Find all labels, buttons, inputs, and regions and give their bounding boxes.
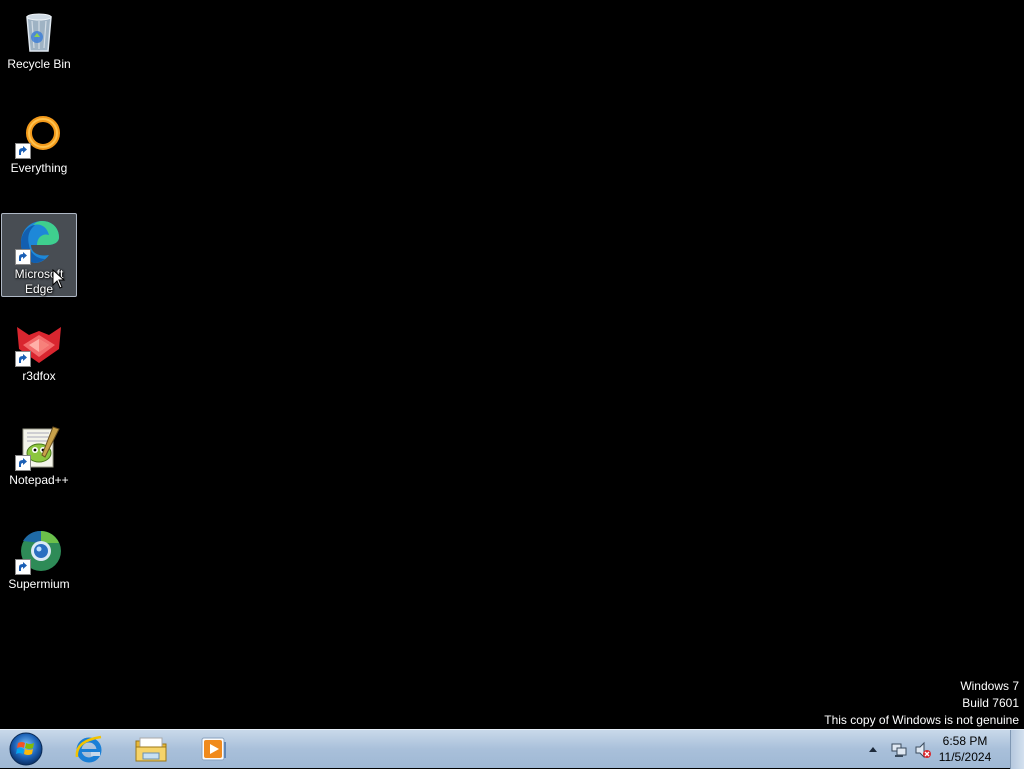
microsoft-edge-icon — [15, 217, 63, 265]
icon-label: r3dfox — [22, 369, 56, 383]
icon-label: Supermium — [8, 577, 70, 591]
shortcut-arrow-icon — [15, 559, 31, 575]
shortcut-arrow-icon — [15, 351, 31, 367]
shortcut-arrow-icon — [15, 455, 31, 471]
show-desktop-button[interactable] — [1010, 730, 1024, 769]
notepad-plus-plus-icon — [15, 423, 63, 471]
clock-time: 6:58 PM — [942, 734, 988, 748]
taskbar: 6:58 PM 11/5/2024 — [0, 729, 1024, 769]
taskbar-clock[interactable]: 6:58 PM 11/5/2024 — [930, 733, 1000, 765]
windows-start-orb-icon — [9, 732, 43, 766]
windows-explorer-icon — [135, 737, 167, 762]
supermium-icon — [15, 527, 63, 575]
shortcut-arrow-icon — [15, 143, 31, 159]
desktop[interactable]: Recycle Bin Everything Microsoft Edge r3… — [0, 0, 1024, 729]
icon-label: Everything — [10, 161, 68, 175]
desktop-icon-supermium[interactable]: Supermium — [1, 524, 77, 592]
desktop-icon-notepad-plus-plus[interactable]: Notepad++ — [1, 420, 77, 488]
watermark-build: Build 7601 — [962, 696, 1019, 710]
show-hidden-icons-arrow[interactable] — [868, 745, 878, 753]
icon-label: Recycle Bin — [7, 57, 71, 71]
desktop-icon-recycle-bin[interactable]: Recycle Bin — [1, 4, 77, 72]
network-icon[interactable] — [890, 741, 908, 759]
taskbar-internet-explorer[interactable] — [62, 731, 116, 767]
mouse-cursor-icon — [52, 269, 66, 289]
r3dfox-icon — [15, 319, 63, 367]
watermark-genuine-notice: This copy of Windows is not genuine — [824, 713, 1019, 727]
desktop-icon-everything[interactable]: Everything — [1, 108, 77, 176]
shortcut-arrow-icon — [15, 249, 31, 265]
media-player-icon — [201, 737, 226, 761]
recycle-bin-icon — [15, 7, 63, 55]
icon-label: Notepad++ — [9, 473, 69, 487]
clock-date: 11/5/2024 — [938, 750, 992, 764]
windows-watermark: Windows 7 Build 7601 This copy of Window… — [824, 678, 1019, 729]
desktop-icon-r3dfox[interactable]: r3dfox — [1, 316, 77, 384]
taskbar-windows-explorer[interactable] — [124, 731, 178, 767]
taskbar-media-player[interactable] — [186, 731, 240, 767]
watermark-os-name: Windows 7 — [960, 679, 1019, 693]
internet-explorer-icon — [75, 735, 102, 763]
start-button[interactable] — [5, 731, 47, 767]
everything-icon — [15, 111, 63, 159]
